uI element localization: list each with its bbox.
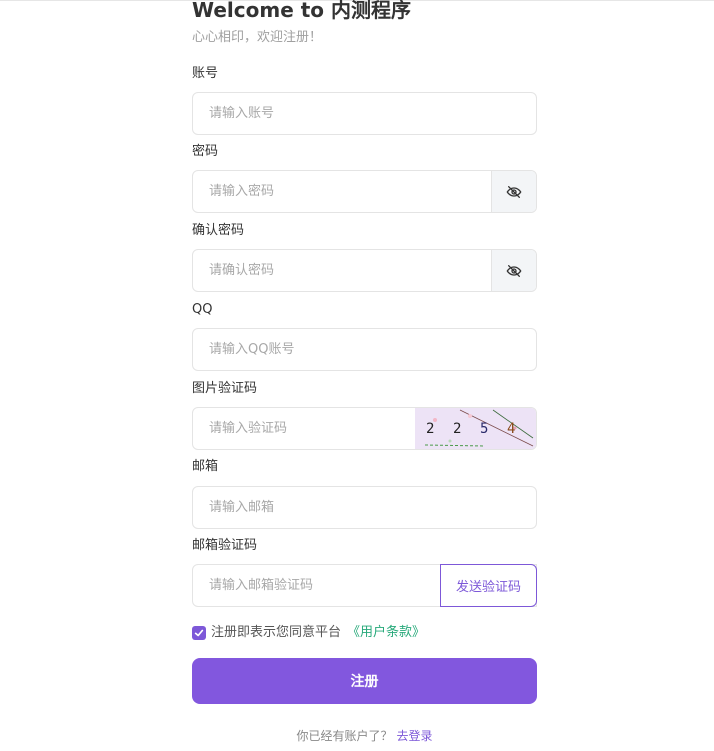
password-input[interactable] (193, 171, 491, 212)
email-input[interactable] (193, 487, 536, 528)
confirm-password-label: 确认密码 (192, 223, 245, 238)
confirm-password-input[interactable] (193, 250, 491, 291)
image-captcha-field-wrapper: 2 2 5 4 (192, 407, 537, 450)
email-code-label: 邮箱验证码 (192, 538, 258, 553)
agreement-row: 注册即表示您同意平台 《用户条款》 (192, 624, 425, 642)
email-label: 邮箱 (192, 459, 219, 474)
captcha-char-3: 5 (480, 421, 489, 437)
terms-link[interactable]: 《用户条款》 (347, 624, 425, 642)
captcha-char-2: 2 (453, 421, 462, 437)
password-label: 密码 (192, 144, 219, 159)
page-subtitle: 心心相印，欢迎注册！ (192, 30, 323, 45)
email-code-field-wrapper: 发送验证码 (192, 564, 537, 607)
page-title: Welcome to 内测程序 (192, 0, 411, 22)
confirm-password-visibility-toggle[interactable] (491, 250, 536, 291)
captcha-char-1: 2 (426, 421, 435, 437)
login-link[interactable]: 去登录 (397, 729, 433, 743)
account-field-wrapper (192, 92, 537, 135)
login-prompt-text: 你已经有账户了？ (296, 729, 393, 743)
image-captcha-label: 图片验证码 (192, 381, 258, 396)
password-visibility-toggle[interactable] (491, 171, 536, 212)
image-captcha-input[interactable] (193, 408, 415, 449)
agreement-checkbox[interactable] (192, 626, 206, 640)
account-label: 账号 (192, 66, 219, 81)
email-field-wrapper (192, 486, 537, 529)
password-field-wrapper (192, 170, 537, 213)
register-button[interactable]: 注册 (192, 658, 537, 704)
qq-label: QQ (192, 302, 213, 317)
captcha-image[interactable]: 2 2 5 4 (415, 408, 536, 449)
account-input[interactable] (193, 93, 536, 134)
confirm-password-field-wrapper (192, 249, 537, 292)
qq-field-wrapper (192, 328, 537, 371)
send-code-button[interactable]: 发送验证码 (440, 564, 537, 607)
eye-off-icon (506, 264, 522, 277)
agreement-text: 注册即表示您同意平台 (211, 625, 342, 640)
captcha-char-4: 4 (507, 421, 516, 437)
check-icon (194, 629, 204, 637)
login-prompt: 你已经有账户了？ 去登录 (192, 728, 537, 745)
eye-off-icon (506, 185, 522, 198)
qq-input[interactable] (193, 329, 536, 370)
